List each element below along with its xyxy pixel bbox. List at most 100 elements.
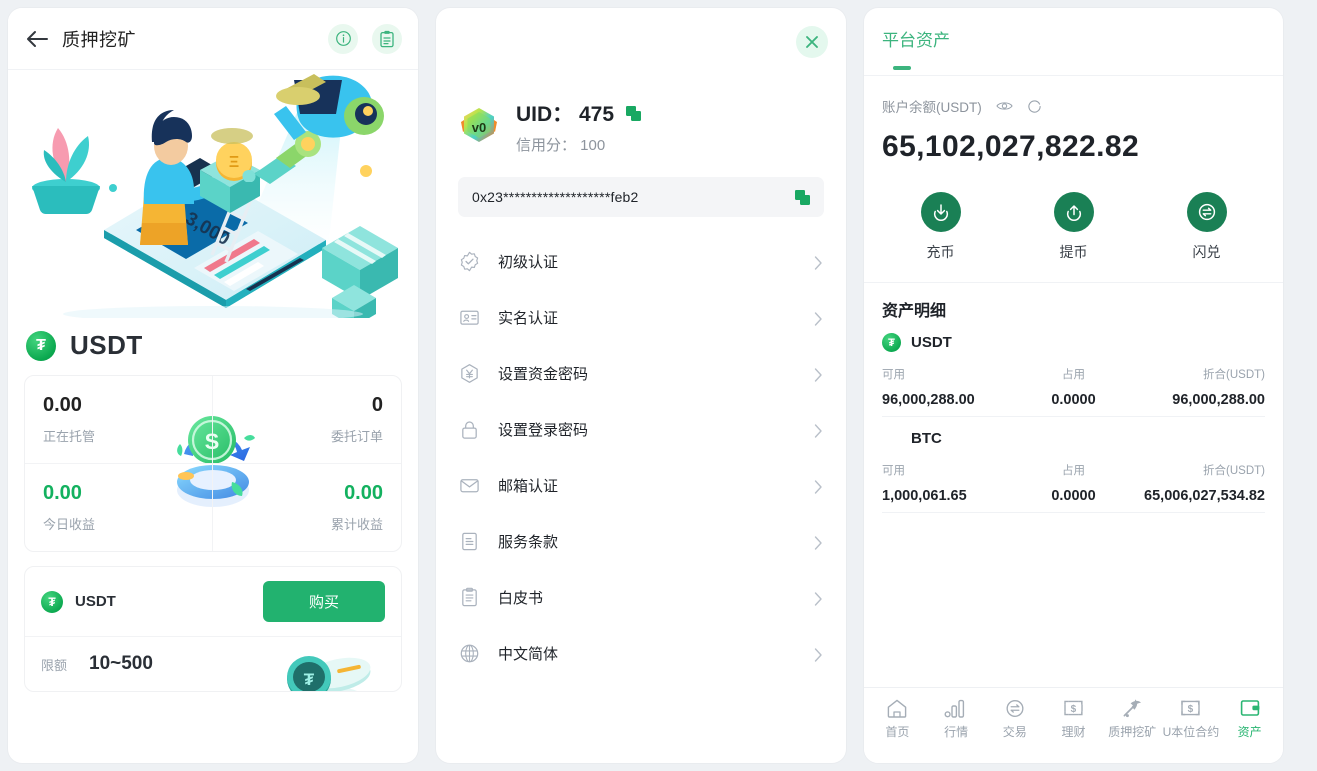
vip-level-badge: v0 bbox=[458, 106, 500, 148]
buy-card-header: ₮ USDT 购买 bbox=[25, 567, 401, 637]
asset-col-frozen: 占用 0.0000 bbox=[1010, 366, 1138, 408]
nav-item-home[interactable]: 首页 bbox=[868, 696, 927, 740]
col-header: 可用 bbox=[882, 369, 905, 381]
limit-value: 10~500 bbox=[89, 653, 153, 674]
menu-item-label: 初级认证 bbox=[498, 253, 559, 271]
close-icon[interactable] bbox=[796, 26, 828, 58]
hero-illustration: 3,000 Ξ bbox=[8, 70, 418, 318]
chevron-right-icon bbox=[814, 424, 824, 438]
menu-item-fund-password[interactable]: 设置资金密码 bbox=[436, 345, 846, 401]
coin-heading: ₮ USDT bbox=[8, 318, 418, 371]
stat-label: 累计收益 bbox=[330, 517, 383, 532]
panel1-header: 质押挖矿 bbox=[8, 8, 418, 70]
nav-item-usdt-contract[interactable]: $ U本位合约 bbox=[1162, 696, 1221, 740]
action-withdraw[interactable]: 提币 bbox=[1007, 192, 1140, 262]
balance-section: 账户余额(USDT) 65,102,027,822.82 bbox=[864, 76, 1283, 174]
col-value: 96,000,288.00 bbox=[882, 392, 975, 408]
wallet-address-box[interactable]: 0x23*******************feb2 bbox=[458, 177, 824, 217]
assets-tabs: 平台资产 bbox=[864, 8, 1283, 76]
stat-value: 0.00 bbox=[344, 482, 383, 504]
nav-item-assets[interactable]: 资产 bbox=[1220, 696, 1279, 740]
nav-label: 资产 bbox=[1237, 725, 1262, 739]
swap-circle-icon bbox=[1004, 696, 1026, 720]
uid-info: UID： 475 信用分： 100 bbox=[516, 98, 642, 155]
credit-score: 信用分： 100 bbox=[516, 137, 606, 154]
asset-col-frozen: 占用 0.0000 bbox=[1010, 462, 1138, 504]
action-swap[interactable]: 闪兑 bbox=[1140, 192, 1273, 262]
stat-label: 委托订单 bbox=[330, 429, 383, 444]
action-deposit[interactable]: 充币 bbox=[874, 192, 1007, 262]
stat-cell-today-earnings: 0.00 今日收益 bbox=[25, 464, 213, 551]
account-settings-panel: v0 UID： 475 信用分： 100 0x23***************… bbox=[436, 8, 846, 763]
asset-columns: 可用 1,000,061.65 占用 0.0000 折合(USDT) 65,00… bbox=[882, 462, 1265, 504]
menu-item-basic-verification[interactable]: 初级认证 bbox=[436, 233, 846, 289]
user-identity-row: v0 UID： 475 信用分： 100 bbox=[436, 70, 846, 155]
usdt-logo-icon: ₮ bbox=[41, 590, 63, 613]
app-root: 质押挖矿 3,000 Ξ ₮ USDT S 0.00 正在托管 0 委托订单 0… bbox=[0, 0, 1317, 771]
tab-platform-assets[interactable]: 平台资产 bbox=[882, 26, 950, 51]
asset-col-converted: 折合(USDT) 65,006,027,534.82 bbox=[1137, 462, 1265, 504]
chevron-right-icon bbox=[814, 648, 824, 662]
col-value: 1,000,061.65 bbox=[882, 488, 967, 504]
chevron-right-icon bbox=[814, 536, 824, 550]
stats-grid: 0.00 正在托管 0 委托订单 0.00 今日收益 0.00 累计收益 bbox=[25, 376, 401, 551]
col-header: 占用 bbox=[1061, 369, 1085, 381]
asset-detail-title: 资产明细 bbox=[882, 303, 947, 320]
limit-row: 限额 10~500 ₮ bbox=[25, 637, 401, 691]
action-label: 闪兑 bbox=[1192, 244, 1221, 260]
tab-active-indicator bbox=[893, 66, 911, 70]
clipboard-icon[interactable] bbox=[372, 23, 402, 54]
asset-header: ₮ USDT bbox=[882, 333, 1265, 352]
btc-logo-icon bbox=[882, 429, 901, 448]
stake-mining-panel: 质押挖矿 3,000 Ξ ₮ USDT S 0.00 正在托管 0 委托订单 0… bbox=[8, 8, 418, 763]
col-header: 折合(USDT) bbox=[1203, 465, 1265, 477]
copy-icon[interactable] bbox=[795, 189, 810, 205]
col-value: 0.0000 bbox=[1051, 488, 1096, 504]
menu-item-terms-of-service[interactable]: 服务条款 bbox=[436, 513, 846, 569]
assets-panel: 平台资产 账户余额(USDT) 65,102,027,822.82 充币 提币 … bbox=[864, 8, 1283, 763]
menu-item-label: 设置资金密码 bbox=[498, 365, 589, 383]
info-circle-icon[interactable] bbox=[328, 23, 358, 54]
asset-col-available: 可用 96,000,288.00 bbox=[882, 366, 1010, 408]
menu-item-language[interactable]: 中文简体 bbox=[436, 625, 846, 681]
stat-label: 正在托管 bbox=[43, 429, 96, 444]
action-label: 充币 bbox=[926, 244, 955, 260]
menu-item-real-name-verification[interactable]: 实名认证 bbox=[436, 289, 846, 345]
nav-label: 首页 bbox=[885, 725, 910, 739]
nav-item-markets[interactable]: 行情 bbox=[927, 696, 986, 740]
menu-item-email-verification[interactable]: 邮箱认证 bbox=[436, 457, 846, 513]
svg-text:₮: ₮ bbox=[304, 670, 315, 689]
refresh-icon[interactable] bbox=[1027, 99, 1042, 114]
asset-header: BTC bbox=[882, 429, 1265, 448]
stat-value: 0.00 bbox=[43, 482, 82, 504]
copy-icon[interactable] bbox=[626, 105, 642, 121]
back-arrow-icon[interactable] bbox=[24, 26, 50, 52]
menu-item-label: 白皮书 bbox=[498, 589, 544, 607]
asset-actions: 充币 提币 闪兑 bbox=[864, 174, 1283, 283]
eye-icon[interactable] bbox=[996, 100, 1013, 112]
menu-item-whitepaper[interactable]: 白皮书 bbox=[436, 569, 846, 625]
lock-icon bbox=[458, 418, 480, 440]
col-value: 65,006,027,534.82 bbox=[1144, 488, 1265, 504]
nav-item-finance[interactable]: $ 理财 bbox=[1044, 696, 1103, 740]
col-header: 可用 bbox=[882, 465, 905, 477]
nav-item-trade[interactable]: 交易 bbox=[985, 696, 1044, 740]
buy-button[interactable]: 购买 bbox=[262, 581, 385, 622]
bar-chart-icon bbox=[944, 696, 968, 720]
asset-detail-section: 资产明细 ₮ USDT 可用 96,000,288.00 占用 0.0000 折… bbox=[864, 283, 1283, 687]
menu-item-label: 中文简体 bbox=[498, 645, 559, 663]
asset-row-usdt[interactable]: ₮ USDT 可用 96,000,288.00 占用 0.0000 折合(USD… bbox=[882, 321, 1265, 417]
nav-item-stake-mining[interactable]: 质押挖矿 bbox=[1103, 696, 1162, 740]
menu-item-login-password[interactable]: 设置登录密码 bbox=[436, 401, 846, 457]
stat-cell-orders: 0 委托订单 bbox=[213, 376, 401, 464]
asset-symbol: BTC bbox=[911, 430, 942, 447]
balance-header: 账户余额(USDT) bbox=[882, 96, 1265, 116]
nav-label: 交易 bbox=[1002, 725, 1027, 739]
nav-label: 理财 bbox=[1061, 725, 1086, 739]
chevron-right-icon bbox=[814, 368, 824, 382]
chevron-right-icon bbox=[814, 256, 824, 270]
col-header: 折合(USDT) bbox=[1203, 369, 1265, 381]
asset-row-btc[interactable]: BTC 可用 1,000,061.65 占用 0.0000 折合(USDT) 6… bbox=[882, 417, 1265, 513]
svg-text:$: $ bbox=[1071, 704, 1077, 715]
uid-line: UID： 475 bbox=[516, 98, 642, 128]
